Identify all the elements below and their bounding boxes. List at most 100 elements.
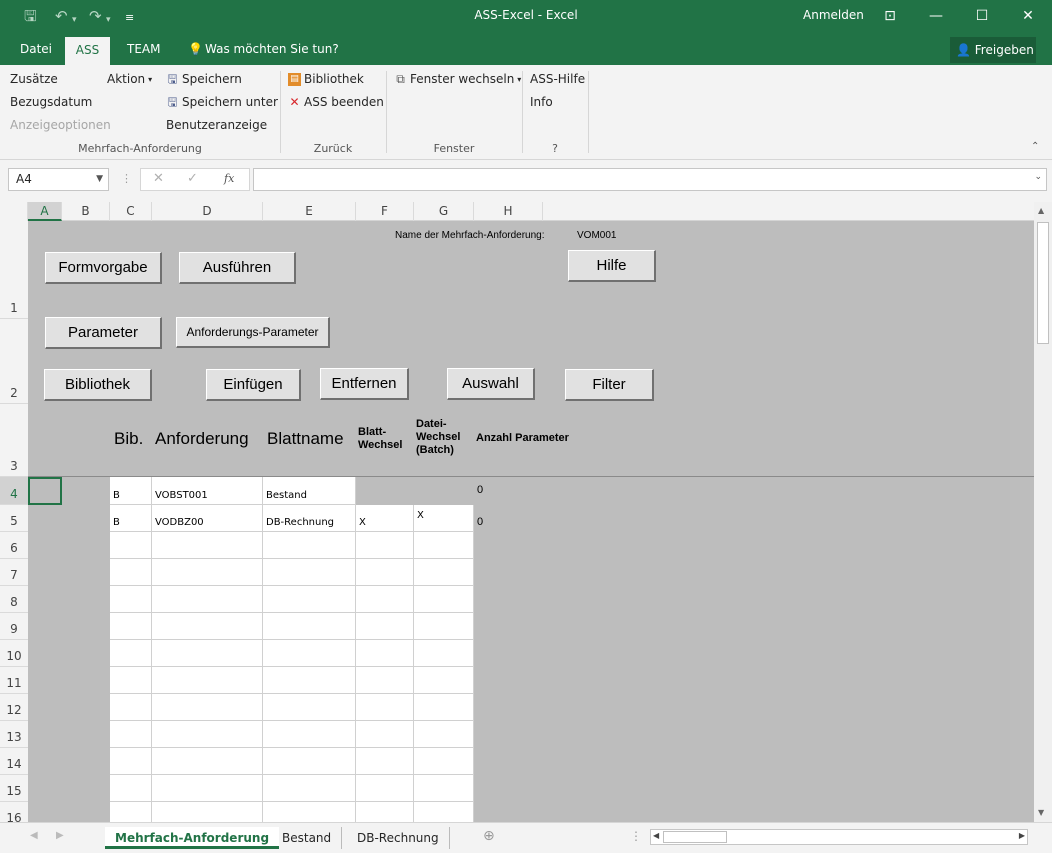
collapse-ribbon-icon[interactable]: ⌃ (1031, 141, 1039, 152)
empty-cell[interactable] (356, 640, 414, 667)
scroll-thumb[interactable] (1037, 222, 1049, 344)
filter-button[interactable]: Filter (565, 369, 654, 401)
tab-file[interactable]: Datei (20, 42, 52, 56)
empty-cell[interactable] (263, 802, 356, 822)
column-header[interactable]: D (152, 202, 263, 221)
redo-icon[interactable]: ↷ (89, 7, 102, 25)
redo-dropdown-icon[interactable]: ▾ (106, 11, 111, 29)
empty-cell[interactable] (110, 586, 152, 613)
split-handle-icon[interactable]: ⋮ (630, 829, 642, 843)
row-header[interactable]: 9 (0, 613, 28, 640)
empty-cell[interactable] (356, 586, 414, 613)
select-all-corner[interactable] (0, 202, 28, 221)
customize-qat-icon[interactable]: ≡ (125, 9, 134, 27)
benutzeranzeige-button[interactable]: Benutzeranzeige (166, 118, 267, 132)
empty-cell[interactable] (152, 721, 263, 748)
row-header[interactable]: 3 (0, 404, 28, 477)
row-header[interactable]: 7 (0, 559, 28, 586)
empty-cell[interactable] (110, 532, 152, 559)
close-icon[interactable]: ✕ (1005, 0, 1051, 32)
empty-cell[interactable] (263, 640, 356, 667)
row-header[interactable]: 16 (0, 802, 28, 822)
empty-cell[interactable] (414, 667, 474, 694)
anforderungs-parameter-button[interactable]: Anforderungs-Parameter (176, 317, 330, 348)
sheet-tab-db-rechnung[interactable]: DB-Rechnung (347, 827, 450, 849)
row-header[interactable]: 6 (0, 532, 28, 559)
empty-cell[interactable] (263, 532, 356, 559)
empty-cell[interactable] (356, 613, 414, 640)
zusatze-button[interactable]: Zusätze (10, 72, 58, 86)
cell-anzahl[interactable]: 0 (477, 516, 483, 528)
empty-cell[interactable] (152, 613, 263, 640)
share-button[interactable]: 👤 Freigeben (950, 37, 1036, 63)
row-header[interactable]: 13 (0, 721, 28, 748)
info-button[interactable]: Info (530, 95, 553, 109)
empty-cell[interactable] (414, 586, 474, 613)
speichern-button[interactable]: 🖫 Speichern (166, 72, 242, 86)
empty-cell[interactable] (414, 640, 474, 667)
empty-cell[interactable] (152, 667, 263, 694)
ribbon-display-options-icon[interactable]: ⊡ (867, 0, 913, 32)
column-header[interactable]: G (414, 202, 474, 221)
cell-bib[interactable]: B (110, 505, 152, 532)
hilfe-button[interactable]: Hilfe (568, 250, 656, 282)
empty-cell[interactable] (110, 640, 152, 667)
sheet-tab-bestand[interactable]: Bestand (272, 827, 343, 849)
empty-cell[interactable] (356, 775, 414, 802)
empty-cell[interactable] (356, 667, 414, 694)
row-header[interactable]: 12 (0, 694, 28, 721)
cell-bib[interactable]: B (110, 477, 152, 505)
empty-cell[interactable] (152, 694, 263, 721)
empty-cell[interactable] (152, 532, 263, 559)
empty-cell[interactable] (110, 613, 152, 640)
einfuegen-button[interactable]: Einfügen (206, 369, 301, 401)
cell-blatt-wechsel[interactable]: X (356, 505, 414, 532)
add-sheet-icon[interactable]: ⊕ (483, 828, 495, 844)
column-header[interactable]: E (263, 202, 356, 221)
empty-cell[interactable] (356, 694, 414, 721)
insert-function-icon[interactable]: fx (224, 172, 234, 185)
column-header[interactable]: H (474, 202, 543, 221)
empty-cell[interactable] (263, 694, 356, 721)
empty-cell[interactable] (414, 775, 474, 802)
empty-cell[interactable] (263, 721, 356, 748)
column-header[interactable]: C (110, 202, 152, 221)
empty-cell[interactable] (414, 532, 474, 559)
empty-cell[interactable] (414, 721, 474, 748)
speichern-unter-button[interactable]: 🖫 Speichern unter (166, 95, 278, 109)
sign-in-link[interactable]: Anmelden (803, 8, 864, 22)
cell-anzahl[interactable]: 0 (477, 484, 483, 496)
chevron-down-icon[interactable]: ⌄ (1034, 172, 1042, 182)
cell-datei-wechsel[interactable]: X (414, 505, 474, 532)
row-header[interactable]: 14 (0, 748, 28, 775)
column-header[interactable]: B (62, 202, 110, 221)
cell-blattname[interactable]: DB-Rechnung (263, 505, 356, 532)
bibliothek-sheet-button[interactable]: Bibliothek (44, 369, 152, 401)
empty-cell[interactable] (110, 694, 152, 721)
drag-handle-icon[interactable]: ⋮ (121, 172, 132, 185)
bibliothek-button[interactable]: ▤ Bibliothek (288, 72, 364, 86)
scroll-down-icon[interactable]: ▼ (1038, 808, 1044, 817)
empty-cell[interactable] (152, 775, 263, 802)
ausfuehren-button[interactable]: Ausführen (179, 252, 296, 284)
chevron-down-icon[interactable]: ▼ (96, 169, 103, 190)
enter-icon[interactable]: ✓ (187, 171, 198, 186)
vertical-scrollbar[interactable]: ▲ ▼ (1034, 202, 1052, 822)
h-scroll-thumb[interactable] (663, 831, 727, 843)
row-header[interactable]: 4 (0, 477, 28, 505)
ass-beenden-button[interactable]: ✕ ASS beenden (288, 95, 383, 109)
tab-team[interactable]: TEAM (127, 42, 160, 56)
empty-cell[interactable] (414, 748, 474, 775)
empty-cell[interactable] (414, 613, 474, 640)
row-header[interactable]: 11 (0, 667, 28, 694)
empty-cell[interactable] (263, 748, 356, 775)
sheet-tab-mehrfach[interactable]: Mehrfach-Anforderung (105, 827, 280, 849)
empty-cell[interactable] (110, 667, 152, 694)
formula-input[interactable]: ⌄ (253, 168, 1047, 191)
bezugsdatum-button[interactable]: Bezugsdatum (10, 95, 92, 109)
empty-cell[interactable] (263, 586, 356, 613)
empty-cell[interactable] (414, 694, 474, 721)
empty-cell[interactable] (263, 775, 356, 802)
entfernen-button[interactable]: Entfernen (320, 368, 409, 400)
horizontal-scrollbar[interactable]: ◀ ▶ (650, 829, 1028, 845)
